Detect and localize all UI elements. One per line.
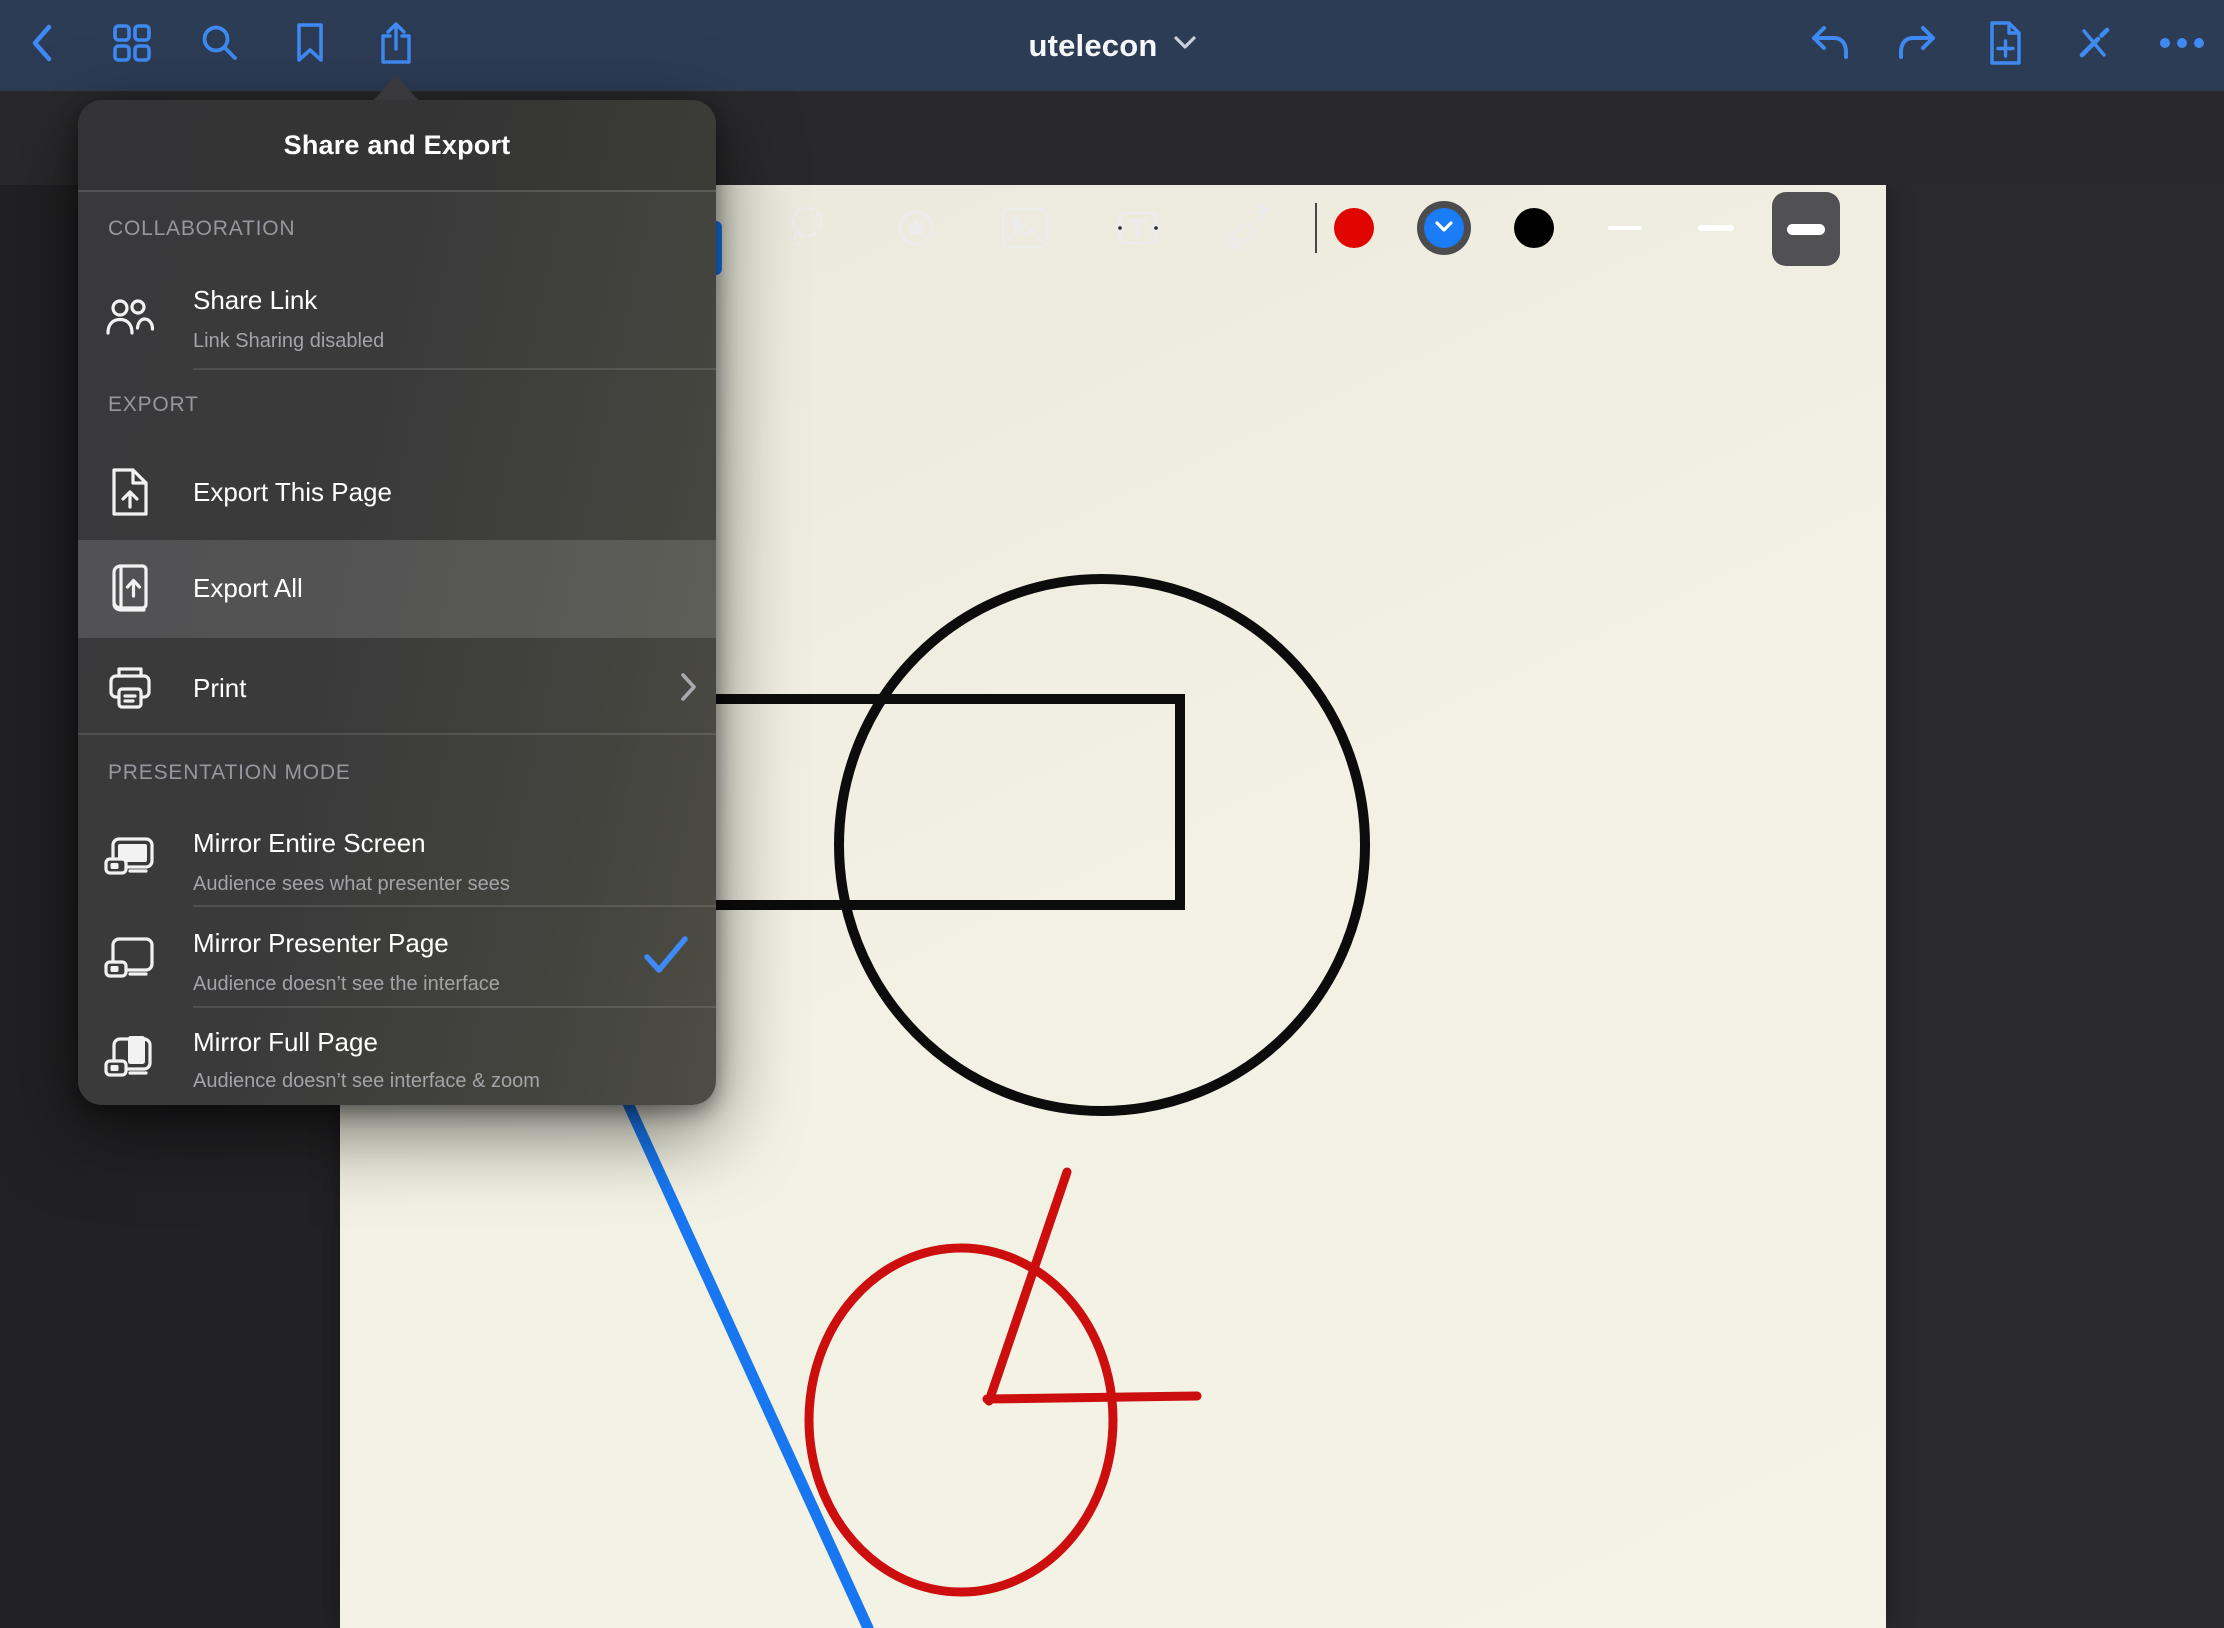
menu-item-export-this-page[interactable] bbox=[78, 445, 716, 540]
people-icon bbox=[104, 292, 156, 344]
section-label-collaboration: COLLABORATION bbox=[108, 217, 295, 241]
divider bbox=[78, 733, 716, 735]
menu-item-share-link[interactable] bbox=[78, 265, 716, 368]
menu-item-title: Mirror Presenter Page bbox=[193, 927, 449, 959]
export-page-icon bbox=[104, 466, 156, 518]
divider bbox=[193, 368, 716, 370]
goodnotes-app: utelecon bbox=[0, 0, 2224, 1628]
popover-header: Share and Export bbox=[78, 100, 716, 190]
menu-item-subtitle: Audience sees what presenter sees bbox=[193, 871, 510, 897]
black-circle-stroke bbox=[839, 579, 1365, 1111]
export-book-icon bbox=[104, 562, 156, 614]
menu-item-export-all[interactable] bbox=[78, 540, 716, 638]
menu-item-subtitle: Audience doesn’t see interface & zoom bbox=[193, 1068, 540, 1094]
menu-item-print[interactable] bbox=[78, 638, 716, 733]
printer-icon bbox=[104, 662, 156, 714]
menu-item-title: Export All bbox=[193, 572, 303, 604]
checkmark-icon bbox=[644, 936, 688, 979]
menu-item-title: Export This Page bbox=[193, 476, 392, 508]
mirror-presenter-icon bbox=[104, 932, 156, 984]
mirror-screen-icon bbox=[104, 832, 156, 884]
menu-item-title: Print bbox=[193, 672, 246, 704]
red-horizontal-stroke bbox=[987, 1396, 1197, 1399]
menu-item-subtitle: Audience doesn’t see the interface bbox=[193, 971, 500, 997]
mirror-full-page-icon bbox=[104, 1030, 156, 1082]
popover-title: Share and Export bbox=[284, 130, 511, 161]
section-label-export: EXPORT bbox=[108, 393, 199, 417]
menu-item-subtitle: Link Sharing disabled bbox=[193, 328, 384, 354]
menu-item-title: Share Link bbox=[193, 284, 317, 316]
divider bbox=[78, 190, 716, 192]
section-label-presentation-mode: PRESENTATION MODE bbox=[108, 761, 351, 785]
menu-item-title: Mirror Full Page bbox=[193, 1026, 378, 1058]
share-export-popover: Share and Export COLLABORATION Share Lin… bbox=[78, 100, 716, 1105]
menu-item-title: Mirror Entire Screen bbox=[193, 827, 426, 859]
chevron-right-icon bbox=[680, 672, 698, 707]
red-circle-stroke bbox=[809, 1248, 1113, 1592]
